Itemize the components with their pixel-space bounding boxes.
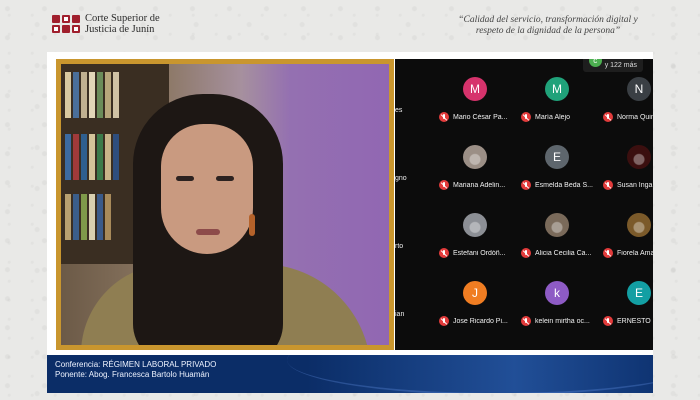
participant-name-row: Estefani Ordóñ... bbox=[439, 247, 517, 259]
participant-tile[interactable]: k kelein mirtha oc... bbox=[517, 281, 597, 341]
mic-muted-icon bbox=[521, 316, 531, 326]
participant-gallery: c y 122 más es gno rto ian M Mario César … bbox=[395, 59, 653, 350]
participant-tile[interactable]: J Jose Ricardo Pi... bbox=[435, 281, 515, 341]
court-emblem-icon bbox=[52, 15, 80, 33]
mic-muted-icon bbox=[521, 180, 531, 190]
participant-name: kelein mirtha oc... bbox=[535, 317, 590, 325]
participant-name: Norma Quintani... bbox=[617, 113, 653, 121]
participant-avatar: k bbox=[545, 281, 569, 305]
participant-name: Susan Inga Ca... bbox=[617, 181, 653, 189]
more-participants-chip[interactable]: c y 122 más bbox=[582, 59, 643, 72]
participant-name: ERNESTO DIES... bbox=[617, 317, 653, 325]
participant-avatar: M bbox=[463, 77, 487, 101]
participant-name: Mariana Adelin... bbox=[453, 181, 506, 189]
participant-name-row: Fiorela Amaro C... bbox=[603, 247, 653, 259]
left-edge-name: rto bbox=[395, 243, 404, 250]
participant-avatar: E bbox=[627, 281, 651, 305]
participant-name-row: Alicia Cecilia Ca... bbox=[521, 247, 599, 259]
mic-muted-icon bbox=[603, 112, 613, 122]
participant-name-row: kelein mirtha oc... bbox=[521, 315, 599, 327]
court-name: Corte Superior de Justicia de Junín bbox=[85, 13, 160, 35]
mic-muted-icon bbox=[439, 316, 449, 326]
mic-muted-icon bbox=[603, 248, 613, 258]
participant-tile[interactable]: Mariana Adelin... bbox=[435, 145, 515, 205]
participant-tile[interactable]: N Norma Quintani... bbox=[599, 77, 653, 137]
motto-line2: respeto de la dignidad de la persona” bbox=[475, 26, 621, 36]
mic-muted-icon bbox=[439, 248, 449, 258]
participant-tile[interactable]: E ERNESTO DIES... bbox=[599, 281, 653, 341]
participant-tile[interactable]: Estefani Ordóñ... bbox=[435, 213, 515, 273]
court-logo: Corte Superior de Justicia de Junín bbox=[52, 13, 160, 35]
participant-name: Mario César Pa... bbox=[453, 113, 508, 121]
motto-line1: “Calidad del servicio, transformación di… bbox=[458, 15, 638, 25]
left-edge-name: es bbox=[395, 107, 403, 114]
participant-name-row: Mariana Adelin... bbox=[439, 179, 517, 191]
mic-muted-icon bbox=[439, 180, 449, 190]
participant-photo bbox=[463, 145, 487, 169]
participant-avatar: J bbox=[463, 281, 487, 305]
participant-name-row: Esmelda Beda S... bbox=[521, 179, 599, 191]
participant-tile[interactable]: Alicia Cecilia Ca... bbox=[517, 213, 597, 273]
speaker-eye-right bbox=[216, 176, 234, 181]
participant-tile[interactable]: M Mario César Pa... bbox=[435, 77, 515, 137]
participant-photo bbox=[627, 145, 651, 169]
court-name-line2: Justicia de Junín bbox=[85, 24, 155, 35]
video-conference-frame: c y 122 más es gno rto ian M Mario César … bbox=[47, 52, 653, 356]
left-edge-name: ian bbox=[395, 311, 405, 318]
participant-photo bbox=[463, 213, 487, 237]
participant-name: Estefani Ordóñ... bbox=[453, 249, 506, 257]
more-participants-avatar: c bbox=[588, 59, 602, 67]
mic-muted-icon bbox=[603, 180, 613, 190]
participant-name: Jose Ricardo Pi... bbox=[453, 317, 508, 325]
participant-avatar: M bbox=[545, 77, 569, 101]
left-edge-name: gno bbox=[395, 175, 407, 182]
participant-avatar: N bbox=[627, 77, 651, 101]
speaker-mouth bbox=[196, 229, 220, 235]
participant-name-row: Susan Inga Ca... bbox=[603, 179, 653, 191]
participant-tile[interactable]: M María Alejo bbox=[517, 77, 597, 137]
mic-muted-icon bbox=[603, 316, 613, 326]
active-speaker-tile[interactable] bbox=[56, 59, 394, 350]
speaker-earring bbox=[249, 214, 255, 236]
speaker-eye-left bbox=[176, 176, 194, 181]
more-participants-label: y 122 más bbox=[604, 62, 637, 69]
participant-tile[interactable]: Fiorela Amaro C... bbox=[599, 213, 653, 273]
speaker-name: Ponente: Abog. Francesca Bartolo Huamán bbox=[55, 370, 210, 379]
participant-tile[interactable]: Susan Inga Ca... bbox=[599, 145, 653, 205]
mic-muted-icon bbox=[521, 248, 531, 258]
participant-tile[interactable]: E Esmelda Beda S... bbox=[517, 145, 597, 205]
conference-title: Conferencia: RÉGIMEN LABORAL PRIVADO bbox=[55, 360, 217, 369]
conference-info-bar: Conferencia: RÉGIMEN LABORAL PRIVADO Pon… bbox=[47, 355, 653, 393]
participant-avatar: E bbox=[545, 145, 569, 169]
speaker-video bbox=[61, 64, 389, 345]
mic-muted-icon bbox=[521, 112, 531, 122]
participant-name-row: María Alejo bbox=[521, 111, 599, 123]
participant-name-row: Mario César Pa... bbox=[439, 111, 517, 123]
participant-name: Alicia Cecilia Ca... bbox=[535, 249, 592, 257]
participant-name: Esmelda Beda S... bbox=[535, 181, 593, 189]
mic-muted-icon bbox=[439, 112, 449, 122]
participant-name-row: ERNESTO DIES... bbox=[603, 315, 653, 327]
participant-name: Fiorela Amaro C... bbox=[617, 249, 653, 257]
participant-name-row: Norma Quintani... bbox=[603, 111, 653, 123]
participant-photo bbox=[545, 213, 569, 237]
institutional-motto: “Calidad del servicio, transformación di… bbox=[448, 15, 648, 37]
court-name-line1: Corte Superior de bbox=[85, 13, 160, 24]
participant-name: María Alejo bbox=[535, 113, 571, 121]
participant-name-row: Jose Ricardo Pi... bbox=[439, 315, 517, 327]
participant-photo bbox=[627, 213, 651, 237]
